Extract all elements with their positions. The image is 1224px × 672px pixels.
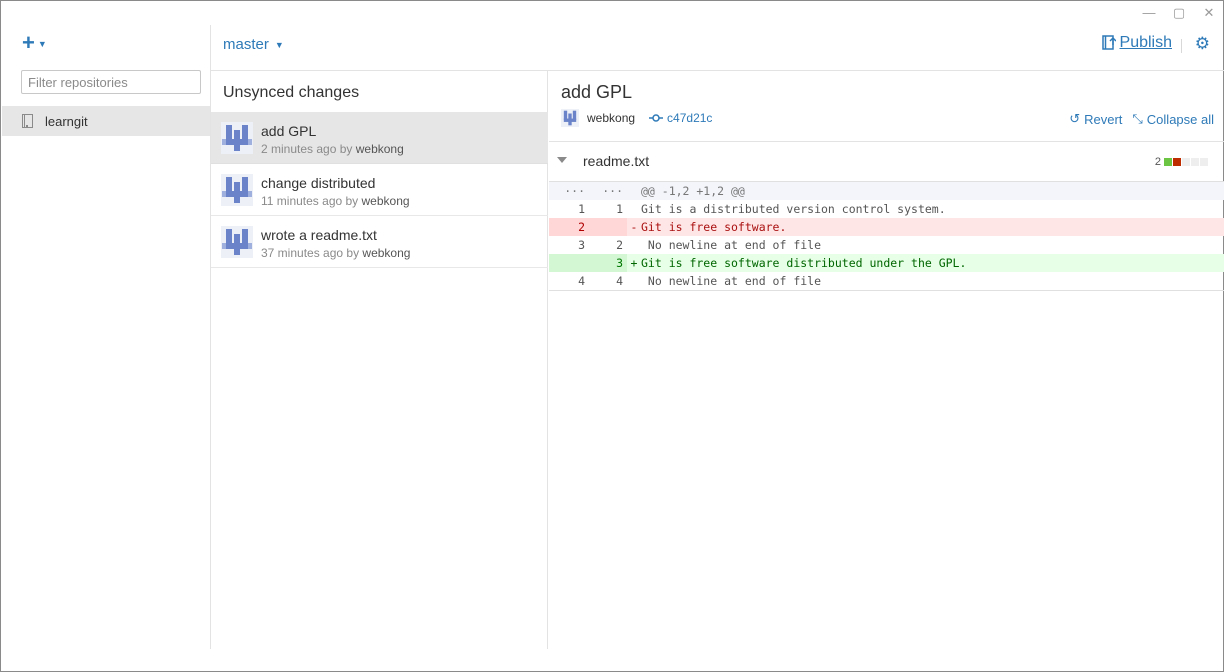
diff-line-deleted: 2 - Git is free software. bbox=[549, 218, 1224, 236]
commit-time: 37 minutes ago by bbox=[261, 246, 360, 260]
sidebar-item-learngit[interactable]: learngit bbox=[2, 106, 210, 136]
filter-repositories-input[interactable] bbox=[21, 70, 201, 94]
commit-author-row: webkong c47d21c bbox=[561, 109, 712, 127]
diffstat-block bbox=[1173, 158, 1181, 166]
close-icon[interactable]: ✕ bbox=[1201, 5, 1217, 21]
diff-sign bbox=[627, 200, 641, 218]
commit-message: change distributed bbox=[261, 175, 376, 191]
chevron-down-icon: ▼ bbox=[274, 39, 284, 50]
history-title: Unsynced changes bbox=[223, 84, 360, 101]
diffstat-count: 2 bbox=[1154, 156, 1161, 168]
diff-hunk-header: ··· ··· @@ -1,2 +1,2 @@ bbox=[549, 182, 1224, 200]
diff-code: @@ -1,2 +1,2 @@ bbox=[641, 184, 745, 198]
file-header[interactable]: readme.txt 2 bbox=[549, 143, 1224, 181]
avatar bbox=[561, 109, 579, 127]
diffstat-block bbox=[1182, 158, 1190, 166]
commit-sha: c47d21c bbox=[667, 111, 713, 125]
avatar bbox=[221, 122, 253, 154]
collapse-label: Collapse all bbox=[1146, 111, 1214, 127]
commit-message: add GPL bbox=[261, 123, 317, 139]
plus-icon: + bbox=[22, 30, 35, 55]
diff-sign bbox=[627, 272, 641, 290]
publish-button[interactable]: Publish bbox=[1101, 34, 1172, 52]
commit-meta: 2 minutes ago by webkong bbox=[261, 142, 404, 156]
old-line-number: 2 bbox=[549, 218, 589, 236]
branch-selector[interactable]: master ▼ bbox=[223, 36, 284, 53]
maximize-icon[interactable]: ▢ bbox=[1171, 5, 1187, 21]
diff-sign bbox=[627, 182, 641, 200]
collapse-icon: ⤡ bbox=[1132, 111, 1143, 126]
divider bbox=[549, 141, 1224, 142]
diffstat-block bbox=[1191, 158, 1199, 166]
new-line-number: 2 bbox=[616, 238, 623, 252]
commit-item[interactable]: wrote a readme.txt 37 minutes ago by web… bbox=[211, 216, 548, 268]
old-line-number: 4 bbox=[578, 274, 585, 288]
history-panel: Unsynced changes add GPL 2 minutes ago b… bbox=[211, 71, 548, 649]
toolbar-divider bbox=[1181, 39, 1182, 53]
repository-label: learngit bbox=[45, 113, 88, 129]
commit-title: add GPL bbox=[561, 82, 633, 102]
chevron-down-icon[interactable] bbox=[557, 157, 567, 163]
new-line-number: 1 bbox=[616, 202, 623, 216]
diffstat: 2 bbox=[1155, 156, 1208, 168]
minimize-icon[interactable]: — bbox=[1141, 5, 1157, 21]
avatar bbox=[221, 174, 253, 206]
add-repository-button[interactable]: + ▼ bbox=[22, 30, 47, 55]
old-line-number bbox=[549, 254, 589, 272]
diff-code: No newline at end of file bbox=[641, 274, 822, 288]
avatar bbox=[221, 226, 253, 258]
commit-icon bbox=[649, 114, 664, 122]
new-line-number: 4 bbox=[616, 274, 623, 288]
commit-message: wrote a readme.txt bbox=[261, 227, 377, 243]
diff-view: ··· ··· @@ -1,2 +1,2 @@ 1 1 Git is a distrib… bbox=[549, 181, 1224, 291]
publish-label: Publish bbox=[1119, 34, 1172, 51]
diff-sign: - bbox=[630, 220, 638, 234]
commit-meta: 11 minutes ago by webkong bbox=[261, 194, 410, 208]
new-line-number: 3 bbox=[589, 254, 627, 272]
window-controls: — ▢ ✕ bbox=[1141, 5, 1217, 21]
commit-actions: ↺ Revert ⤡ Collapse all bbox=[1069, 111, 1214, 127]
commit-detail-panel: add GPL webkong c47d21c ↺ Revert ⤡ Colla… bbox=[549, 71, 1224, 661]
old-line-number: ··· bbox=[564, 184, 585, 198]
revert-button[interactable]: ↺ Revert bbox=[1069, 111, 1122, 127]
diff-code: Git is free software distributed under t… bbox=[641, 256, 967, 270]
author-name: webkong bbox=[587, 111, 636, 125]
diff-line-added: 3 + Git is free software distributed under… bbox=[549, 254, 1224, 272]
collapse-all-button[interactable]: ⤡ Collapse all bbox=[1132, 111, 1214, 127]
commit-author: webkong bbox=[361, 194, 410, 208]
chevron-down-icon: ▼ bbox=[37, 39, 47, 49]
commit-item[interactable]: change distributed 11 minutes ago by web… bbox=[211, 164, 548, 216]
app-window: — ▢ ✕ + ▼ learngit master ▼ bbox=[0, 0, 1224, 672]
publish-icon bbox=[1101, 35, 1116, 51]
new-line-number: ··· bbox=[602, 184, 623, 198]
diff-line: 1 1 Git is a distributed version control s… bbox=[549, 200, 1224, 218]
diff-line: 3 2 No newline at end of file bbox=[549, 236, 1224, 254]
commit-item[interactable]: add GPL 2 minutes ago by webkong bbox=[211, 112, 548, 164]
diffstat-block bbox=[1200, 158, 1208, 166]
repository-sidebar: + ▼ learngit bbox=[2, 25, 211, 649]
book-icon bbox=[22, 114, 34, 129]
branch-label: master bbox=[223, 36, 269, 53]
old-line-number: 1 bbox=[578, 202, 585, 216]
toolbar: master ▼ Publish ⚙ bbox=[211, 25, 1224, 71]
diff-line: 4 4 No newline at end of file bbox=[549, 272, 1224, 290]
commit-author: webkong bbox=[355, 142, 404, 156]
commit-sha-link[interactable]: c47d21c bbox=[649, 111, 712, 125]
gear-icon[interactable]: ⚙ bbox=[1195, 34, 1210, 54]
diffstat-block bbox=[1164, 158, 1172, 166]
diff-code: No newline at end of file bbox=[641, 238, 822, 252]
diff-sign bbox=[627, 236, 641, 254]
new-line-number bbox=[589, 218, 627, 236]
diff-code: Git is a distributed version control sys… bbox=[641, 202, 946, 216]
commit-time: 11 minutes ago by bbox=[261, 194, 359, 208]
file-name: readme.txt bbox=[583, 153, 650, 169]
revert-label: Revert bbox=[1084, 111, 1123, 127]
old-line-number: 3 bbox=[578, 238, 585, 252]
commit-time: 2 minutes ago by bbox=[261, 142, 353, 156]
diff-sign: + bbox=[630, 256, 638, 270]
commit-author: webkong bbox=[362, 246, 411, 260]
diff-code: Git is free software. bbox=[641, 220, 787, 234]
commit-meta: 37 minutes ago by webkong bbox=[261, 246, 410, 260]
revert-icon: ↺ bbox=[1069, 111, 1081, 126]
